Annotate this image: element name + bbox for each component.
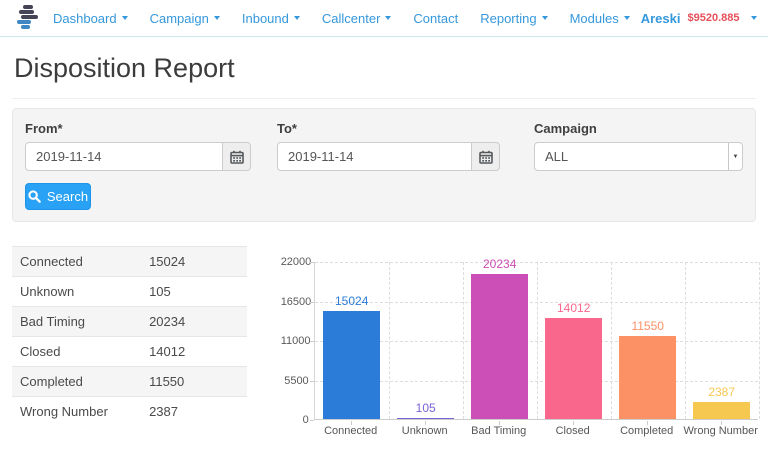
chevron-down-icon [542, 16, 548, 20]
navbar: DashboardCampaignInboundCallcenterContac… [0, 0, 768, 37]
disposition-count: 11550 [141, 367, 247, 397]
table-row: Unknown105 [12, 277, 247, 307]
y-axis-tick-mark [310, 302, 314, 303]
nav-item-modules: Modules [559, 2, 641, 35]
y-axis-tick-label: 11000 [281, 335, 309, 347]
disposition-count: 20234 [141, 307, 247, 337]
nav-link-campaign[interactable]: Campaign [139, 2, 231, 35]
disposition-label: Connected [12, 247, 141, 277]
to-date-input[interactable] [277, 142, 471, 171]
disposition-count: 2387 [141, 397, 247, 427]
from-label: From* [25, 121, 251, 136]
disposition-label: Closed [12, 337, 141, 367]
campaign-selected-value: ALL [535, 149, 728, 164]
nav-link-dashboard[interactable]: Dashboard [42, 2, 139, 35]
gridline [759, 262, 760, 419]
bar-closed [545, 318, 602, 419]
disposition-label: Bad Timing [12, 307, 141, 337]
chevron-down-icon [624, 16, 630, 20]
x-axis-tick-mark [425, 421, 426, 425]
table-row: Bad Timing20234 [12, 307, 247, 337]
nav-item-campaign: Campaign [139, 2, 231, 35]
chevron-down-icon [294, 16, 300, 20]
nav-item-callcenter: Callcenter [311, 2, 403, 35]
bar-completed [619, 336, 676, 419]
y-axis-tick-label: 5500 [281, 375, 309, 387]
bar-bad-timing [471, 274, 528, 419]
table-row: Closed14012 [12, 337, 247, 367]
x-axis-tick-mark [573, 421, 574, 425]
bar-value-label: 11550 [611, 319, 685, 333]
table-row: Wrong Number2387 [12, 397, 247, 427]
bar-connected [323, 311, 380, 419]
disposition-count: 14012 [141, 337, 247, 367]
nav-link-contact[interactable]: Contact [402, 2, 469, 35]
nav-link-inbound[interactable]: Inbound [231, 2, 311, 35]
y-axis-tick-mark [310, 341, 314, 342]
bar-unknown [397, 418, 454, 419]
chevron-down-icon: ▼ [728, 143, 742, 170]
bar-value-label: 2387 [685, 385, 759, 399]
filter-panel: From* [12, 108, 756, 222]
search-button[interactable]: Search [25, 183, 91, 210]
nav-item-dashboard: Dashboard [42, 2, 139, 35]
chevron-down-icon [214, 16, 220, 20]
disposition-label: Wrong Number [12, 397, 141, 427]
disposition-label: Unknown [12, 277, 141, 307]
chevron-down-icon [122, 16, 128, 20]
x-axis-tick-mark [499, 421, 500, 425]
nav-link-callcenter[interactable]: Callcenter [311, 2, 403, 35]
y-axis-tick-mark [310, 262, 314, 263]
to-label: To* [277, 121, 500, 136]
user-name: Areski [641, 11, 681, 26]
gridline [611, 262, 612, 419]
disposition-label: Completed [12, 367, 141, 397]
disposition-count: 105 [141, 277, 247, 307]
disposition-count: 15024 [141, 247, 247, 277]
chevron-down-icon [751, 16, 757, 20]
x-axis-tick-mark [647, 421, 648, 425]
bar-value-label: 14012 [537, 301, 611, 315]
chart-plot-area: 150241052023414012115502387 [314, 262, 758, 420]
bar-wrong-number [693, 402, 750, 419]
bar-value-label: 20234 [463, 257, 537, 271]
y-axis-tick-mark [310, 381, 314, 382]
from-date-input[interactable] [25, 142, 222, 171]
disposition-bar-chart: 1502410520234140121155023870550011000165… [281, 249, 756, 441]
table-row: Connected15024 [12, 247, 247, 277]
campaign-label: Campaign [534, 121, 743, 136]
chevron-down-icon [385, 16, 391, 20]
nav-item-reporting: Reporting [469, 2, 558, 35]
y-axis-tick-label: 22000 [281, 256, 309, 268]
to-calendar-icon[interactable] [471, 142, 500, 171]
x-axis-tick-mark [721, 421, 722, 425]
gridline [537, 262, 538, 419]
search-button-label: Search [47, 189, 88, 204]
y-axis-tick-label: 16500 [281, 296, 309, 308]
nav-item-inbound: Inbound [231, 2, 311, 35]
bar-value-label: 105 [389, 401, 463, 415]
divider [12, 98, 756, 99]
y-axis-tick-mark [310, 420, 314, 421]
x-axis-tick-label: Wrong Number [674, 425, 768, 437]
from-calendar-icon[interactable] [222, 142, 251, 171]
table-row: Completed11550 [12, 367, 247, 397]
bar-value-label: 15024 [315, 294, 389, 308]
user-balance: $9520.885 [687, 12, 739, 24]
page-title: Disposition Report [14, 53, 756, 84]
x-axis-tick-mark [351, 421, 352, 425]
nav-item-contact: Contact [402, 2, 469, 35]
nav-link-modules[interactable]: Modules [559, 2, 641, 35]
main-nav: DashboardCampaignInboundCallcenterContac… [42, 2, 641, 35]
campaign-select[interactable]: ALL ▼ [534, 142, 743, 171]
gridline [389, 262, 390, 419]
user-menu[interactable]: Areski $9520.885 [641, 11, 758, 26]
search-icon [28, 190, 41, 203]
disposition-summary-table: Connected15024Unknown105Bad Timing20234C… [12, 246, 247, 426]
nav-link-reporting[interactable]: Reporting [469, 2, 558, 35]
gridline [463, 262, 464, 419]
